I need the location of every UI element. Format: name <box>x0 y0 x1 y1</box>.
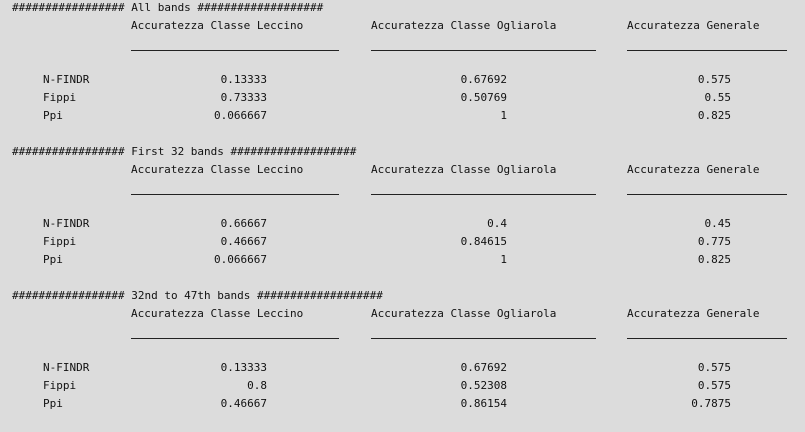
column-underline <box>131 194 339 195</box>
row-label: N-FINDR <box>43 73 90 86</box>
column-header-generale: Accuratezza Generale <box>627 307 760 320</box>
row-label: Ppi <box>43 253 63 266</box>
row-label: Fippi <box>43 235 77 248</box>
value-ogliarola: 0.52308 <box>460 379 507 392</box>
value-leccino: 0.46667 <box>220 235 267 248</box>
column-header-ogliarola: Accuratezza Classe Ogliarola <box>371 19 557 32</box>
value-generale: 0.45 <box>704 217 732 230</box>
table-row: N-FINDR 0.13333 0.67692 0.575 <box>0 361 805 375</box>
row-label: Fippi <box>43 91 77 104</box>
value-leccino: 0.13333 <box>220 73 267 86</box>
column-underline <box>627 338 787 339</box>
column-underline <box>371 50 596 51</box>
row-label: N-FINDR <box>43 361 90 374</box>
value-leccino: 0.73333 <box>220 91 267 104</box>
row-label: N-FINDR <box>43 217 90 230</box>
table-row: Fippi 0.8 0.52308 0.575 <box>0 379 805 393</box>
row-label: Ppi <box>43 109 63 122</box>
value-generale: 0.575 <box>697 361 731 374</box>
value-generale: 0.575 <box>697 379 731 392</box>
value-generale: 0.55 <box>704 91 732 104</box>
results-section-first-32-bands: ################# First 32 bands #######… <box>0 144 805 288</box>
column-underline <box>627 194 787 195</box>
value-generale: 0.575 <box>697 73 731 86</box>
column-header-generale: Accuratezza Generale <box>627 19 760 32</box>
column-header-ogliarola: Accuratezza Classe Ogliarola <box>371 163 557 176</box>
section-header: ################# First 32 bands #######… <box>12 145 357 158</box>
column-underline <box>131 338 339 339</box>
value-generale: 0.825 <box>697 109 731 122</box>
value-leccino: 0.66667 <box>220 217 267 230</box>
row-label: Ppi <box>43 397 63 410</box>
console-output: ################# All bands ############… <box>0 0 805 423</box>
table-row: Ppi 0.066667 1 0.825 <box>0 253 805 267</box>
value-ogliarola: 0.50769 <box>460 91 507 104</box>
value-ogliarola: 0.84615 <box>460 235 507 248</box>
column-header-leccino: Accuratezza Classe Leccino <box>131 19 304 32</box>
column-underline <box>131 50 339 51</box>
results-section-all-bands: ################# All bands ############… <box>0 0 805 144</box>
column-underline <box>371 338 596 339</box>
table-row: Fippi 0.73333 0.50769 0.55 <box>0 91 805 105</box>
results-section-32nd-to-47th-bands: ################# 32nd to 47th bands ###… <box>0 288 805 432</box>
value-leccino: 0.46667 <box>220 397 267 410</box>
table-row: Fippi 0.46667 0.84615 0.775 <box>0 235 805 249</box>
column-underline <box>627 50 787 51</box>
section-header: ################# 32nd to 47th bands ###… <box>12 289 383 302</box>
column-header-leccino: Accuratezza Classe Leccino <box>131 307 304 320</box>
table-row: Ppi 0.066667 1 0.825 <box>0 109 805 123</box>
table-row: Ppi 0.46667 0.86154 0.7875 <box>0 397 805 411</box>
column-header-leccino: Accuratezza Classe Leccino <box>131 163 304 176</box>
value-leccino: 0.066667 <box>214 109 267 122</box>
column-header-generale: Accuratezza Generale <box>627 163 760 176</box>
value-ogliarola: 0.67692 <box>460 73 507 86</box>
value-generale: 0.775 <box>697 235 731 248</box>
value-generale: 0.825 <box>697 253 731 266</box>
column-underline <box>371 194 596 195</box>
value-ogliarola: 0.67692 <box>460 361 507 374</box>
value-ogliarola: 0.86154 <box>460 397 507 410</box>
value-ogliarola: 1 <box>500 109 507 122</box>
value-leccino: 0.066667 <box>214 253 267 266</box>
value-ogliarola: 0.4 <box>487 217 507 230</box>
section-header: ################# All bands ############… <box>12 1 324 14</box>
value-ogliarola: 1 <box>500 253 507 266</box>
table-row: N-FINDR 0.13333 0.67692 0.575 <box>0 73 805 87</box>
value-leccino: 0.8 <box>247 379 267 392</box>
row-label: Fippi <box>43 379 77 392</box>
table-row: N-FINDR 0.66667 0.4 0.45 <box>0 217 805 231</box>
value-leccino: 0.13333 <box>220 361 267 374</box>
value-generale: 0.7875 <box>691 397 731 410</box>
column-header-ogliarola: Accuratezza Classe Ogliarola <box>371 307 557 320</box>
